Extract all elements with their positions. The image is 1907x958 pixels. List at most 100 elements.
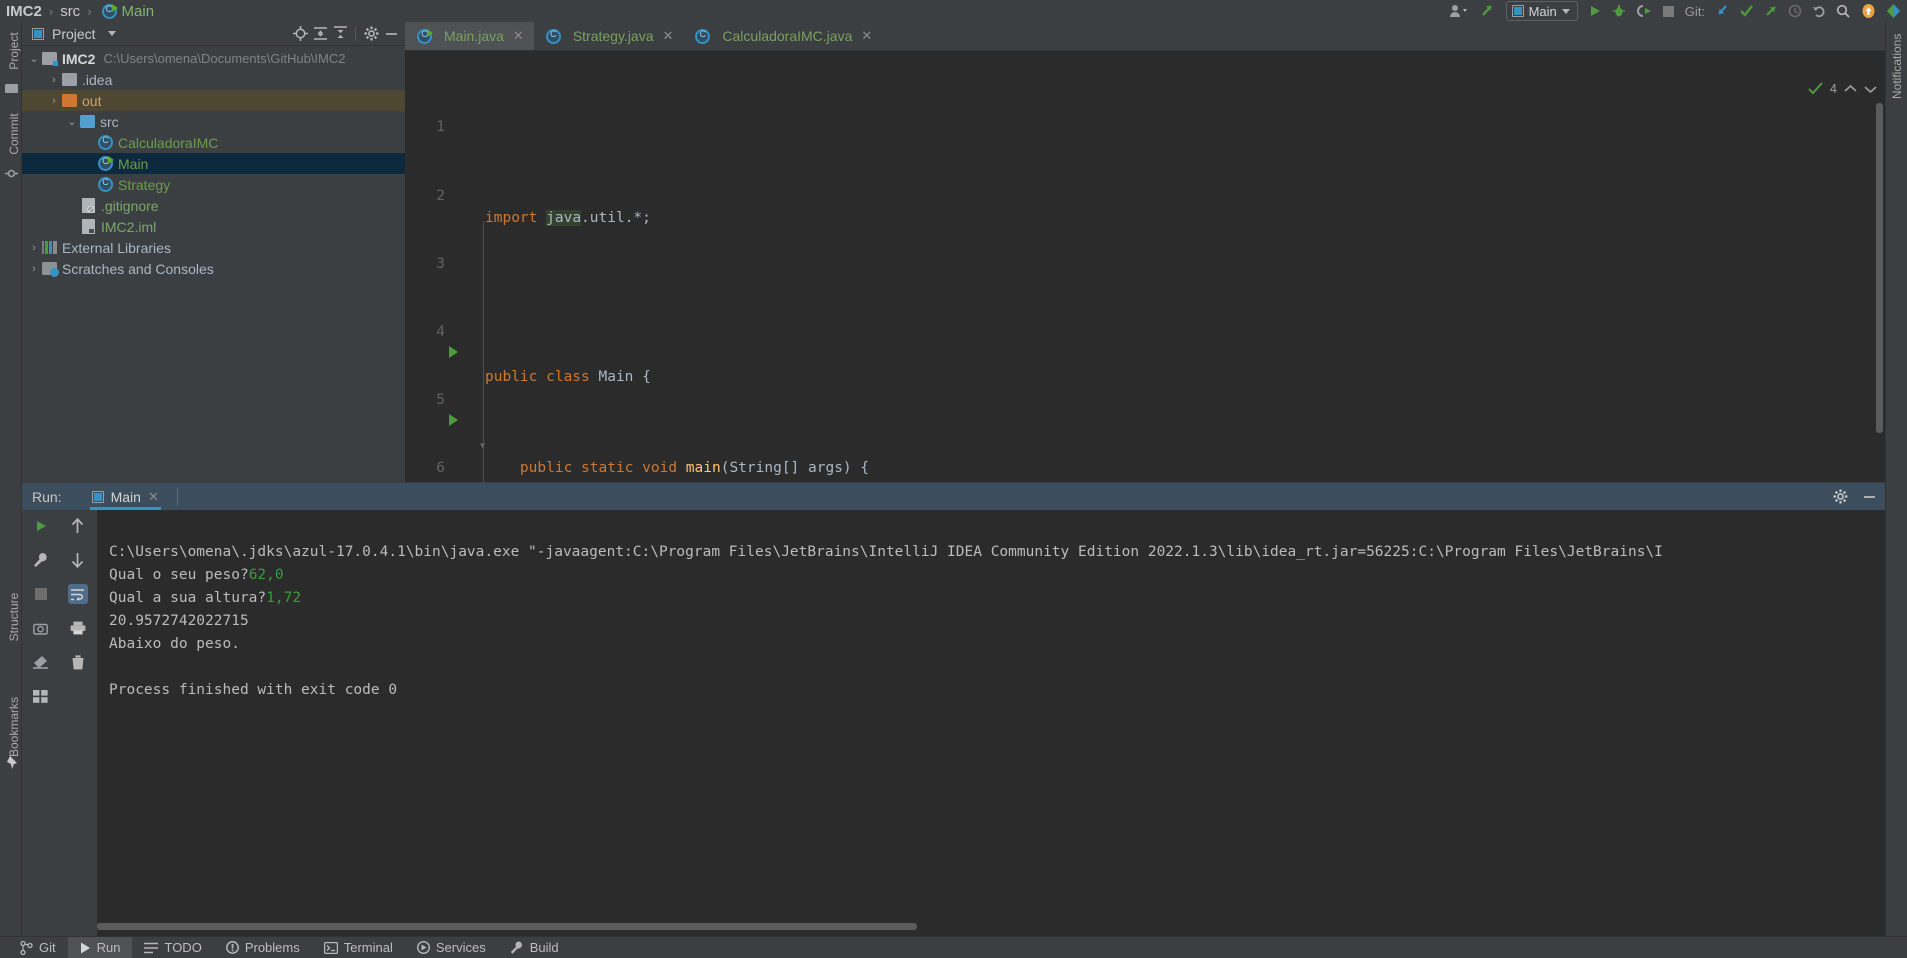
tab-calculadoraimc-java[interactable]: CalculadoraIMC.java ✕ <box>683 22 882 50</box>
close-icon[interactable]: ✕ <box>148 489 159 505</box>
notification-icon[interactable] <box>1861 1 1876 21</box>
rollback-icon[interactable] <box>1812 1 1826 21</box>
tab-strategy-java[interactable]: Strategy.java ✕ <box>534 22 684 50</box>
close-icon[interactable]: ✕ <box>663 28 674 44</box>
gear-icon[interactable] <box>361 24 381 44</box>
breadcrumb-project[interactable]: IMC2 <box>6 3 42 20</box>
commit-icon[interactable] <box>1739 1 1754 21</box>
debug-icon[interactable] <box>1612 1 1626 21</box>
bookmark-pin-icon[interactable] <box>5 755 20 770</box>
libraries-icon <box>42 241 57 254</box>
editor-area: Main.java ✕ Strategy.java ✕ CalculadoraI… <box>405 22 1885 953</box>
tree-row-scratches[interactable]: › Scratches and Consoles <box>22 258 405 279</box>
locate-icon[interactable] <box>290 24 310 44</box>
tree-label: .idea <box>82 71 113 88</box>
run-coverage-icon[interactable] <box>1636 1 1652 21</box>
collapse-all-icon[interactable] <box>330 24 350 44</box>
tree-row-strategy[interactable]: Strategy <box>22 174 405 195</box>
history-icon[interactable] <box>1788 1 1802 21</box>
tree-row-calculadoraimc[interactable]: CalculadoraIMC <box>22 132 405 153</box>
services-icon <box>416 941 430 954</box>
code-canvas[interactable]: 4 1 2 import java.util.*; 3 4 public cla… <box>405 51 1885 953</box>
run-gutter-icon[interactable] <box>449 411 458 434</box>
java-class-icon <box>545 28 561 44</box>
tree-row-idea[interactable]: › .idea <box>22 69 405 90</box>
breadcrumb-main[interactable]: Main <box>122 3 155 20</box>
status-item-problems[interactable]: Problems <box>214 937 312 958</box>
project-panel-header: Project <box>22 22 405 46</box>
update-project-icon[interactable] <box>1715 1 1729 21</box>
status-label: TODO <box>164 940 202 955</box>
status-item-services[interactable]: Services <box>405 937 498 958</box>
expand-all-icon[interactable] <box>310 24 330 44</box>
scroll-up-icon[interactable] <box>68 516 88 536</box>
screenshot-icon[interactable] <box>31 618 51 638</box>
minimize-icon[interactable] <box>1862 489 1877 504</box>
soft-wrap-icon[interactable] <box>67 584 88 604</box>
stop-icon[interactable] <box>1662 1 1675 21</box>
tree-row-src[interactable]: ⌄ src <box>22 111 405 132</box>
tree-row-external-libraries[interactable]: › External Libraries <box>22 237 405 258</box>
console-horizontal-scrollbar[interactable] <box>97 923 917 930</box>
tree-row-project-root[interactable]: ⌄ IMC2 C:\Users\omena\Documents\GitHub\I… <box>22 48 405 69</box>
status-item-git[interactable]: Git <box>8 937 68 958</box>
chevron-right-icon[interactable]: › <box>46 95 62 107</box>
git-toolbar-label: Git: <box>1684 3 1705 19</box>
run-icon[interactable] <box>1588 1 1602 21</box>
clear-all-icon[interactable] <box>31 652 51 672</box>
status-item-run[interactable]: Run <box>67 936 133 958</box>
chevron-right-icon[interactable]: › <box>46 74 62 86</box>
code-line[interactable]: public class Main { <box>485 366 651 389</box>
chevron-right-icon[interactable]: › <box>26 263 42 275</box>
breadcrumb-src[interactable]: src <box>60 3 80 20</box>
run-configuration-selector[interactable]: Main <box>1505 1 1578 21</box>
sidebar-item-project[interactable]: Project <box>7 21 21 81</box>
tab-label: CalculadoraIMC.java <box>722 28 853 44</box>
user-avatar-icon[interactable] <box>1448 1 1470 21</box>
close-icon[interactable]: ✕ <box>513 28 524 44</box>
rerun-icon[interactable] <box>31 516 51 536</box>
editor-tab-bar: Main.java ✕ Strategy.java ✕ CalculadoraI… <box>405 22 1885 50</box>
left-tool-window-bar: Project Commit Structure Bookmarks <box>0 22 22 936</box>
sidebar-item-notifications[interactable]: Notifications <box>1890 34 1904 99</box>
chevron-right-icon[interactable]: › <box>26 242 42 254</box>
tree-row-gitignore[interactable]: .gitignore <box>22 195 405 216</box>
sidebar-item-commit[interactable]: Commit <box>7 104 21 164</box>
search-icon[interactable] <box>1836 1 1851 21</box>
scroll-down-icon[interactable] <box>68 550 88 570</box>
run-tab-main[interactable]: Main ✕ <box>84 483 167 510</box>
status-item-build[interactable]: Build <box>498 937 571 958</box>
tree-row-out[interactable]: › out <box>22 90 405 111</box>
plugin-icon[interactable] <box>1886 1 1901 21</box>
print-icon[interactable] <box>68 618 88 638</box>
status-label: Problems <box>244 940 300 955</box>
sidebar-item-bookmarks[interactable]: Bookmarks <box>7 697 21 757</box>
gitignore-file-icon <box>82 198 95 213</box>
run-gutter-icon[interactable] <box>449 343 458 366</box>
tab-main-java[interactable]: Main.java ✕ <box>405 22 534 50</box>
project-tree: ⌄ IMC2 C:\Users\omena\Documents\GitHub\I… <box>22 46 405 279</box>
chevron-down-icon[interactable]: ⌄ <box>64 115 80 128</box>
gear-icon[interactable] <box>1833 489 1848 504</box>
tree-row-main[interactable]: Main <box>22 153 405 174</box>
stop-icon[interactable] <box>31 584 51 604</box>
console-output[interactable]: C:\Users\omena\.jdks\azul-17.0.4.1\bin\j… <box>97 510 1885 936</box>
run-tool-window: Run: Main ✕ C:\Users\omena\.jdks\azul-17… <box>22 483 1885 936</box>
chevron-down-icon[interactable] <box>107 31 116 36</box>
sidebar-item-structure[interactable]: Structure <box>7 587 21 647</box>
bookmarks-pane-icon[interactable] <box>31 686 51 706</box>
breadcrumb-separator-icon: › <box>48 3 54 19</box>
minimize-icon[interactable] <box>381 24 401 44</box>
tree-row-iml[interactable]: IMC2.iml <box>22 216 405 237</box>
settings-wrench-icon[interactable] <box>31 550 51 570</box>
undo-arrow-icon[interactable] <box>1480 1 1496 21</box>
chevron-down-icon[interactable]: ⌄ <box>26 52 42 65</box>
status-item-terminal[interactable]: Terminal <box>312 937 405 958</box>
status-item-todo[interactable]: TODO <box>132 937 213 958</box>
close-icon[interactable]: ✕ <box>861 28 872 44</box>
tab-label: Main.java <box>444 28 504 44</box>
run-panel-label: Run: <box>32 488 62 505</box>
push-icon[interactable] <box>1764 1 1778 21</box>
code-line[interactable]: import java.util.*; <box>485 207 651 230</box>
trash-icon[interactable] <box>68 652 88 672</box>
